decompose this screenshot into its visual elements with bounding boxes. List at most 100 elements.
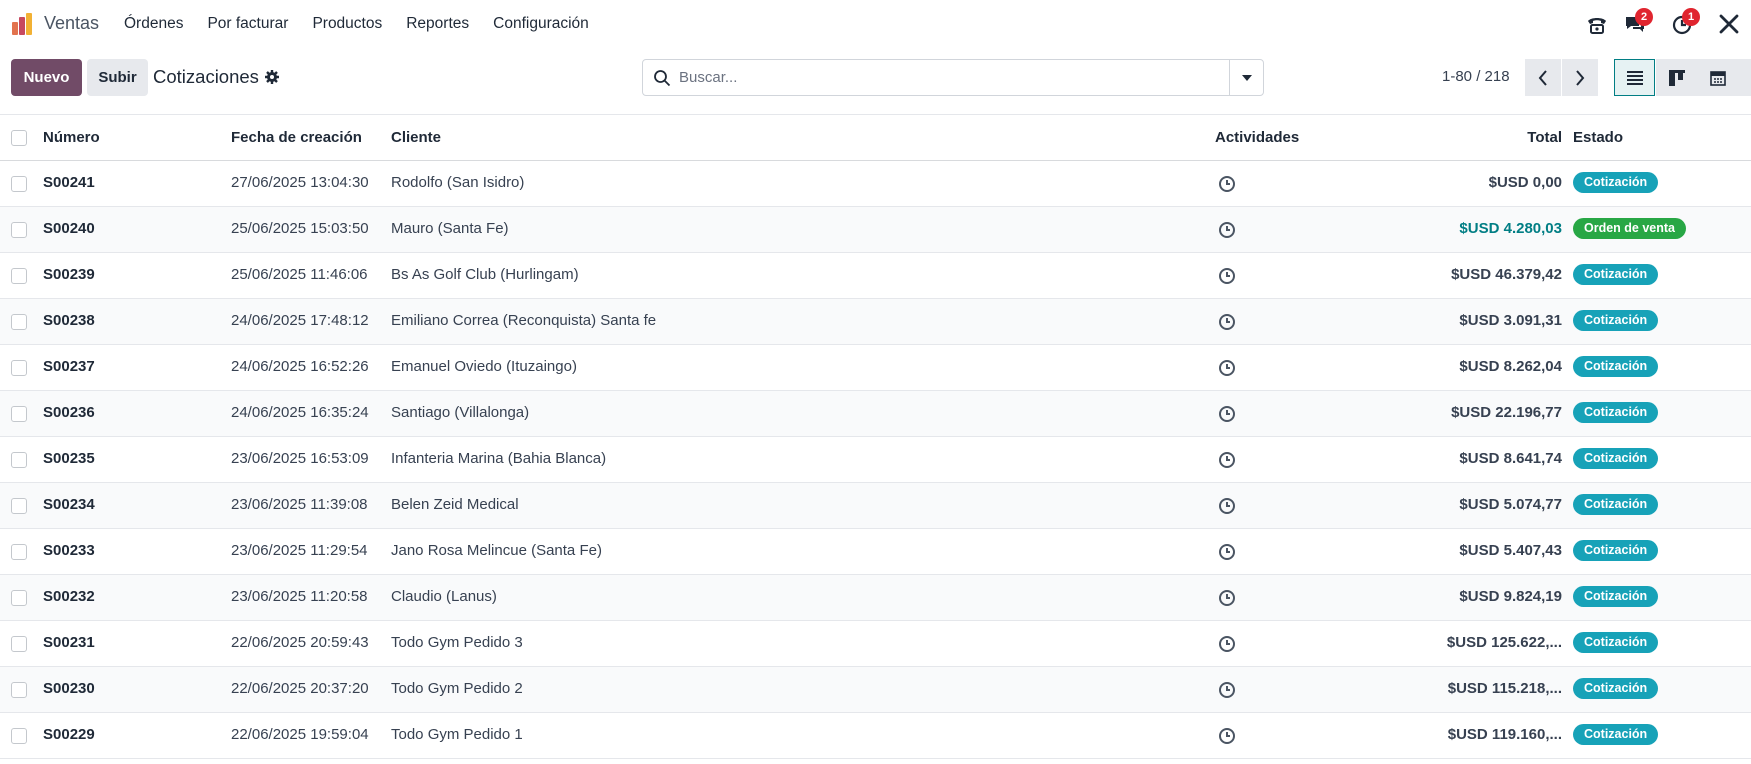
menu-item-reports[interactable]: Reportes <box>406 15 469 33</box>
header-date[interactable]: Fecha de creación <box>231 129 362 146</box>
client-name: Infanteria Marina (Bahia Blanca) <box>391 450 607 467</box>
menu-item-orders[interactable]: Órdenes <box>124 15 183 33</box>
select-all-checkbox[interactable] <box>11 130 27 146</box>
row-checkbox[interactable] <box>11 406 27 422</box>
client-name: Todo Gym Pedido 3 <box>391 634 523 651</box>
order-number: S00233 <box>43 542 95 559</box>
table-row[interactable]: S00234 23/06/2025 11:39:08 Belen Zeid Medi… <box>0 483 1751 529</box>
pager-value[interactable]: 1-80 / 218 <box>1442 68 1510 85</box>
table-row[interactable]: S00230 22/06/2025 20:37:20 Todo Gym Pedido… <box>0 667 1751 713</box>
calendar-view-button[interactable] <box>1697 59 1738 96</box>
table-row[interactable]: S00232 23/06/2025 11:20:58 Claudio (Lanus)… <box>0 575 1751 621</box>
client-name: Belen Zeid Medical <box>391 496 519 513</box>
client-name: Mauro (Santa Fe) <box>391 220 509 237</box>
activity-clock-icon[interactable] <box>1218 727 1236 745</box>
client-name: Santiago (Villalonga) <box>391 404 530 421</box>
header-number[interactable]: Número <box>43 129 100 146</box>
order-number: S00237 <box>43 358 95 375</box>
search-bar <box>642 59 1264 96</box>
messages-icon[interactable]: 2 <box>1623 8 1653 36</box>
order-number: S00238 <box>43 312 95 329</box>
table-row[interactable]: S00238 24/06/2025 17:48:12 Emiliano Correa… <box>0 299 1751 345</box>
table-body: S00241 27/06/2025 13:04:30 Rodolfo (San Is… <box>0 161 1751 759</box>
table-row[interactable]: S00241 27/06/2025 13:04:30 Rodolfo (San Is… <box>0 161 1751 207</box>
row-checkbox[interactable] <box>11 498 27 514</box>
row-checkbox[interactable] <box>11 314 27 330</box>
status-badge: Cotización <box>1573 264 1659 285</box>
activity-clock-icon[interactable] <box>1218 681 1236 699</box>
activity-clock-icon[interactable] <box>1218 635 1236 653</box>
caret-down-icon <box>1241 74 1252 81</box>
activity-clock-icon[interactable] <box>1218 589 1236 607</box>
tools-icon[interactable] <box>1717 12 1741 36</box>
page-title[interactable]: Cotizaciones <box>153 66 259 88</box>
app-name[interactable]: Ventas <box>44 13 99 34</box>
list-icon <box>1626 70 1643 85</box>
gear-icon[interactable] <box>264 69 280 85</box>
menu-item-configuration[interactable]: Configuración <box>493 15 589 33</box>
upload-button[interactable]: Subir <box>87 59 148 96</box>
creation-date: 23/06/2025 11:39:08 <box>231 496 368 513</box>
client-name: Emanuel Oviedo (Ituzaingo) <box>391 358 577 375</box>
row-checkbox[interactable] <box>11 728 27 744</box>
order-number: S00241 <box>43 174 95 191</box>
creation-date: 27/06/2025 13:04:30 <box>231 174 369 191</box>
phone-icon[interactable] <box>1585 12 1609 36</box>
client-name: Emiliano Correa (Reconquista) Santa fe <box>391 312 657 329</box>
creation-date: 24/06/2025 16:52:26 <box>231 358 369 375</box>
new-button[interactable]: Nuevo <box>11 59 82 96</box>
search-input[interactable] <box>679 60 1219 95</box>
row-checkbox[interactable] <box>11 452 27 468</box>
table-row[interactable]: S00231 22/06/2025 20:59:43 Todo Gym Pedido… <box>0 621 1751 667</box>
row-checkbox[interactable] <box>11 268 27 284</box>
order-total: $USD 5.407,43 <box>1459 542 1562 559</box>
table-row[interactable]: S00235 23/06/2025 16:53:09 Infanteria Mari… <box>0 437 1751 483</box>
activities-icon[interactable]: 1 <box>1670 8 1700 36</box>
table-row[interactable]: S00240 25/06/2025 15:03:50 Mauro (Santa Fe… <box>0 207 1751 253</box>
activity-clock-icon[interactable] <box>1218 359 1236 377</box>
activity-clock-icon[interactable] <box>1218 451 1236 469</box>
activity-clock-icon[interactable] <box>1218 497 1236 515</box>
header-total[interactable]: Total <box>1527 129 1562 146</box>
order-total: $USD 115.218,... <box>1447 680 1562 697</box>
table-row[interactable]: S00229 22/06/2025 19:59:04 Todo Gym Pedido… <box>0 713 1751 759</box>
creation-date: 22/06/2025 20:59:43 <box>231 634 369 651</box>
row-checkbox[interactable] <box>11 636 27 652</box>
pager-next-button[interactable] <box>1562 59 1598 96</box>
status-badge: Cotización <box>1573 310 1659 331</box>
activity-clock-icon[interactable] <box>1218 313 1236 331</box>
sales-app-logo-icon[interactable] <box>10 12 34 36</box>
header-client[interactable]: Cliente <box>391 129 441 146</box>
header-activities[interactable]: Actividades <box>1215 129 1299 146</box>
activity-clock-icon[interactable] <box>1218 221 1236 239</box>
client-name: Jano Rosa Melincue (Santa Fe) <box>391 542 602 559</box>
row-checkbox[interactable] <box>11 176 27 192</box>
creation-date: 22/06/2025 20:37:20 <box>231 680 369 697</box>
more-views-button[interactable] <box>1738 59 1751 96</box>
kanban-view-button[interactable] <box>1656 59 1697 96</box>
table-row[interactable]: S00239 25/06/2025 11:46:06 Bs As Golf Club… <box>0 253 1751 299</box>
search-icon <box>654 70 671 87</box>
activity-clock-icon[interactable] <box>1218 267 1236 285</box>
activity-clock-icon[interactable] <box>1218 543 1236 561</box>
pager-previous-button[interactable] <box>1525 59 1561 96</box>
row-checkbox[interactable] <box>11 360 27 376</box>
creation-date: 25/06/2025 15:03:50 <box>231 220 369 237</box>
header-state[interactable]: Estado <box>1573 129 1623 146</box>
list-view-button[interactable] <box>1614 59 1655 96</box>
menu-item-products[interactable]: Productos <box>312 15 382 33</box>
row-checkbox[interactable] <box>11 544 27 560</box>
row-checkbox[interactable] <box>11 590 27 606</box>
menu-item-to-invoice[interactable]: Por facturar <box>207 15 288 33</box>
table-row[interactable]: S00237 24/06/2025 16:52:26 Emanuel Oviedo … <box>0 345 1751 391</box>
kanban-icon <box>1668 69 1685 86</box>
search-options-toggle[interactable] <box>1229 60 1263 95</box>
order-total: $USD 22.196,77 <box>1451 404 1562 421</box>
row-checkbox[interactable] <box>11 682 27 698</box>
order-number: S00232 <box>43 588 95 605</box>
table-row[interactable]: S00236 24/06/2025 16:35:24 Santiago (Villa… <box>0 391 1751 437</box>
activity-clock-icon[interactable] <box>1218 175 1236 193</box>
table-row[interactable]: S00233 23/06/2025 11:29:54 Jano Rosa Melin… <box>0 529 1751 575</box>
row-checkbox[interactable] <box>11 222 27 238</box>
activity-clock-icon[interactable] <box>1218 405 1236 423</box>
